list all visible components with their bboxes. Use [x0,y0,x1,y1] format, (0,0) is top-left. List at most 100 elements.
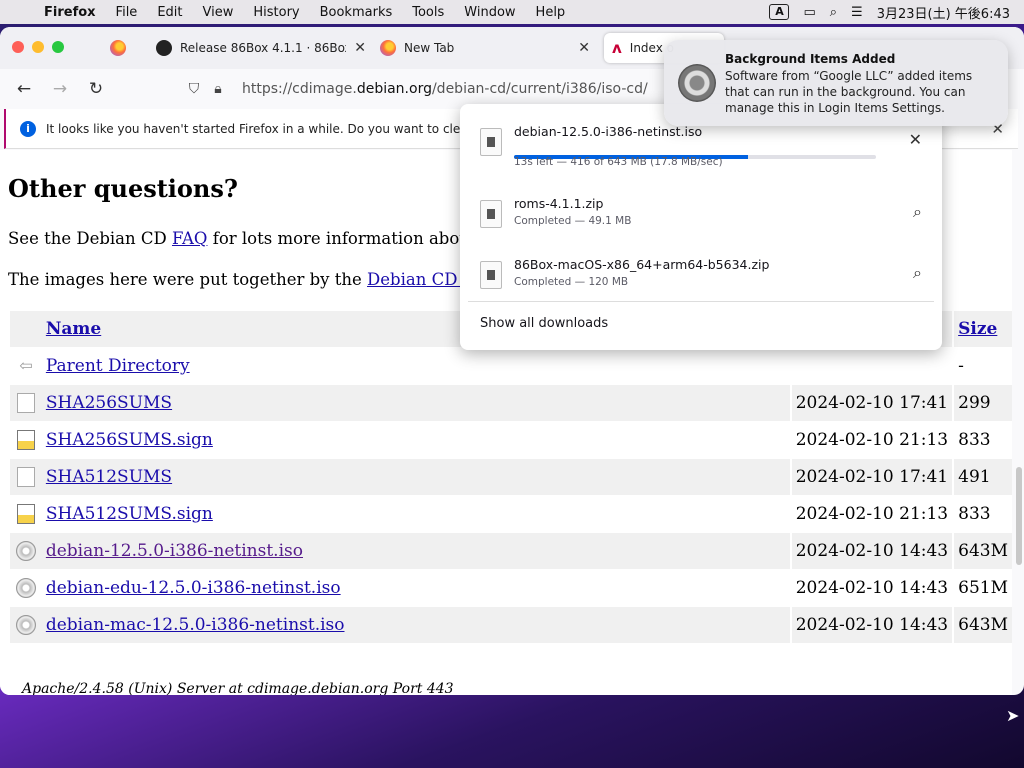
text-file-icon [16,393,35,414]
menu-bookmarks[interactable]: Bookmarks [310,5,403,20]
firefox-icon [380,40,396,56]
menu-help[interactable]: Help [526,5,576,20]
tab-title: New Tab [404,41,455,55]
file-size: 491 [952,459,1012,495]
file-link[interactable]: SHA512SUMS [46,467,172,487]
info-icon: i [20,120,36,137]
faq-link[interactable]: FAQ [172,229,207,248]
table-row: debian-12.5.0-i386-netinst.iso 2024-02-1… [10,533,1012,569]
download-item[interactable]: roms-4.1.1.zip Completed — 49.1 MB ⌕ [460,188,942,244]
file-size: 651M [952,570,1012,606]
debian-icon: ʌ [612,39,622,57]
forward-arrow-icon[interactable]: → [42,79,78,99]
menu-window[interactable]: Window [454,5,525,20]
vertical-scrollbar[interactable] [1016,467,1022,565]
close-tab-icon[interactable]: ✕ [572,40,596,56]
show-in-finder-icon[interactable]: ⌕ [913,202,922,222]
tab-new-tab[interactable]: New Tab ✕ [380,33,596,63]
reload-icon[interactable]: ↻ [78,79,114,99]
file-date: 2024-02-10 21:13 [789,496,952,532]
input-source-icon[interactable]: A [769,4,790,20]
table-row: SHA512SUMS 2024-02-10 17:41 491 [10,459,1012,495]
server-footer: Apache/2.4.58 (Unix) Server at cdimage.d… [22,681,454,695]
faq-paragraph: See the Debian CD FAQ for lots more info… [8,229,505,248]
firefox-icon [110,40,126,56]
file-link[interactable]: debian-edu-12.5.0-i386-netinst.iso [46,578,341,598]
file-date: 2024-02-10 17:41 [789,385,953,421]
file-size: 833 [952,496,1012,532]
page-heading: Other questions? [8,174,238,203]
file-date [789,348,952,384]
menu-history[interactable]: History [243,5,309,20]
system-settings-gear-icon [678,64,716,102]
file-size: - [952,348,1012,384]
tab-title: Release 86Box 4.1.1 · 86Box/86 [180,41,346,55]
file-link[interactable]: debian-12.5.0-i386-netinst.iso [46,541,303,561]
screen-mirroring-icon[interactable]: ▭ [803,5,815,20]
lock-icon[interactable]: 🔒︎ [206,81,230,97]
shield-icon[interactable]: ⛉ [182,81,206,97]
file-link[interactable]: debian-mac-12.5.0-i386-netinst.iso [46,615,345,635]
menubar-clock[interactable]: 3月23日(土) 午後6:43 [877,3,1010,22]
signature-file-icon [16,430,35,451]
download-status: 13s left — 416 of 643 MB (17.8 MB/sec) [514,156,723,168]
file-link[interactable]: SHA512SUMS.sign [46,504,213,524]
download-name: roms-4.1.1.zip [514,196,604,211]
background-items-notification[interactable]: Background Items Added Software from “Go… [664,40,1008,126]
disc-image-icon [15,615,36,636]
sort-by-size-link[interactable]: Size [958,319,997,339]
table-row: SHA256SUMS.sign 2024-02-10 21:13 833 [10,422,1012,458]
team-paragraph: The images here were put together by the… [8,270,505,289]
notice-text: It looks like you haven't started Firefo… [46,121,527,136]
url-text[interactable]: https://cdimage.debian.org/debian-cd/cur… [242,81,648,97]
file-link[interactable]: Parent Directory [46,356,190,376]
download-name: debian-12.5.0-i386-netinst.iso [514,124,703,139]
show-in-finder-icon[interactable]: ⌕ [913,263,922,283]
table-row: ⇦ Parent Directory - [10,348,1012,384]
control-center-icon[interactable]: ☰ [851,5,863,20]
file-link[interactable]: SHA256SUMS.sign [46,430,213,450]
github-icon [156,40,172,56]
table-row: SHA256SUMS 2024-02-10 17:41 299 [10,385,1012,421]
menu-edit[interactable]: Edit [147,5,192,20]
minimize-window-button[interactable] [32,41,44,53]
file-icon [480,200,502,228]
back-arrow-icon[interactable]: ← [6,79,42,99]
file-size: 833 [952,422,1012,458]
notification-title: Background Items Added [725,52,896,66]
text-file-icon [16,467,35,488]
sort-by-name-link[interactable]: Name [46,319,101,339]
downloads-panel: debian-12.5.0-i386-netinst.iso 13s left … [460,104,942,350]
file-link[interactable]: SHA256SUMS [46,393,172,413]
file-date: 2024-02-10 17:41 [789,459,953,495]
url-bar[interactable]: ⛉ 🔒︎ https://cdimage.debian.org/debian-c… [182,73,662,105]
show-all-downloads-button[interactable]: Show all downloads [480,316,608,331]
menu-bar: Firefox File Edit View History Bookmarks… [0,0,1024,24]
zoom-window-button[interactable] [52,41,64,53]
notification-body: Software from “Google LLC” added items t… [725,69,973,115]
file-listing-table: Name Size ⇦ Parent Directory - SHA256SUM… [10,310,1012,644]
menu-app-name[interactable]: Firefox [40,5,106,20]
menu-view[interactable]: View [193,5,244,20]
cancel-download-icon[interactable]: ✕ [909,130,922,149]
table-row: debian-mac-12.5.0-i386-netinst.iso 2024-… [10,607,1012,643]
close-window-button[interactable] [12,41,24,53]
tab-release-86box[interactable]: Release 86Box 4.1.1 · 86Box/86 ✕ [156,33,372,63]
file-date: 2024-02-10 14:43 [789,607,953,643]
menu-tools[interactable]: Tools [402,5,454,20]
download-item[interactable]: 86Box-macOS-x86_64+arm64-b5634.zip Compl… [460,249,942,305]
disc-image-icon [15,578,36,599]
close-tab-icon[interactable]: ✕ [348,40,372,56]
back-folder-icon: ⇦ [15,356,36,377]
spotlight-search-icon[interactable]: ⌕ [830,5,837,20]
table-row: debian-edu-12.5.0-i386-netinst.iso 2024-… [10,570,1012,606]
download-name: 86Box-macOS-x86_64+arm64-b5634.zip [514,257,770,272]
file-icon [480,261,502,289]
table-row: SHA512SUMS.sign 2024-02-10 21:13 833 [10,496,1012,532]
file-size: 299 [952,385,1012,421]
menu-file[interactable]: File [106,5,148,20]
file-date: 2024-02-10 14:43 [789,533,953,569]
tab-firefox-view[interactable] [110,33,140,63]
download-status: Completed — 49.1 MB [514,215,632,227]
file-size: 643M [952,607,1012,643]
